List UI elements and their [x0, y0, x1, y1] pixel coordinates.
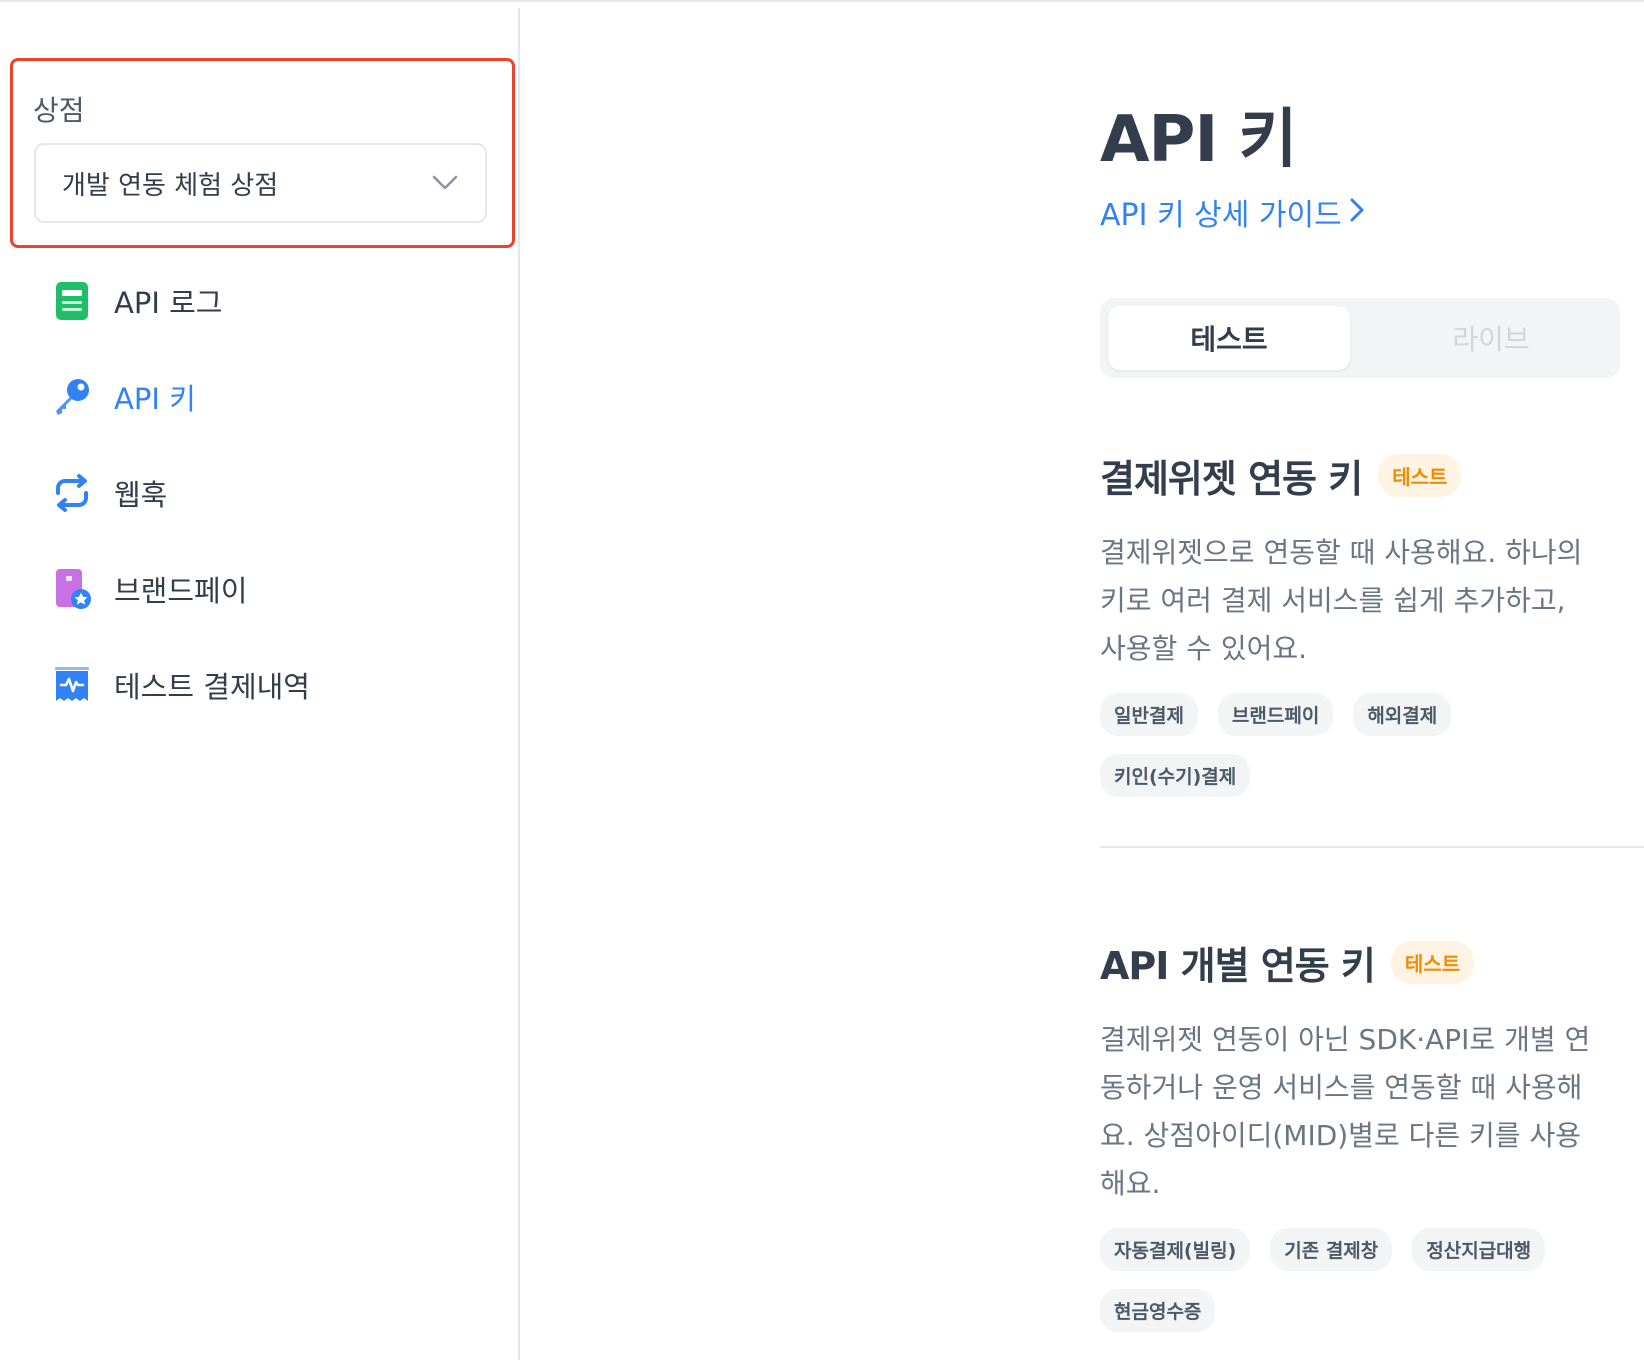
receipt-icon [50, 663, 94, 707]
sidebar-item-api-key[interactable]: API 키 [50, 349, 310, 445]
chip: 브랜드페이 [1217, 693, 1334, 736]
sidebar-item-label: API 키 [114, 382, 196, 416]
chip-list: 일반결제 브랜드페이 해외결제 키인(수기)결제 [1100, 693, 1620, 815]
tab-live[interactable]: 라이브 [1370, 306, 1612, 370]
status-badge: 테스트 [1378, 454, 1462, 497]
sidebar-item-label: 브랜드페이 [114, 574, 248, 608]
key-icon [50, 375, 94, 419]
chevron-right-icon [1350, 195, 1364, 230]
tab-test[interactable]: 테스트 [1108, 306, 1350, 370]
chevron-down-icon [431, 169, 459, 197]
chip: 일반결제 [1100, 693, 1198, 736]
document-icon [50, 279, 94, 323]
sidebar-item-label: 웹훅 [114, 478, 168, 512]
sidebar-item-brandpay[interactable]: 브랜드페이 [50, 541, 310, 637]
store-selector-section: 상점 개발 연동 체험 상점 [10, 58, 515, 248]
refresh-icon [50, 471, 94, 515]
chip-list: 자동결제(빌링) 기존 결제창 정산지급대행 현금영수증 [1100, 1228, 1620, 1350]
page-title: API 키 [1100, 103, 1297, 177]
store-label: 상점 [33, 94, 85, 127]
chip: 키인(수기)결제 [1100, 754, 1251, 797]
sidebar-nav: API 로그 API 키 웹훅 브랜드페이 테스트 결제내역 [50, 253, 310, 733]
guide-link[interactable]: API 키 상세 가이드 [1100, 190, 1364, 234]
store-select[interactable]: 개발 연동 체험 상점 [34, 143, 487, 223]
brandpay-icon [50, 567, 94, 611]
sidebar-item-label: 테스트 결제내역 [114, 670, 310, 704]
chip: 해외결제 [1353, 693, 1452, 736]
widget-key-section: 결제위젯 연동 키 테스트 결제위젯으로 연동할 때 사용해요. 하나의 키로 … [1100, 448, 1644, 815]
status-badge: 테스트 [1390, 941, 1475, 984]
section-divider [1100, 846, 1644, 848]
main-content: API 키 API 키 상세 가이드 테스트 라이브 결제위젯 연동 키 테스트… [1100, 0, 1644, 1360]
section-description: 결제위젯으로 연동할 때 사용해요. 하나의 키로 여러 결제 서비스를 쉽게 … [1100, 536, 1583, 665]
sidebar-item-webhook[interactable]: 웹훅 [50, 445, 310, 541]
chip: 자동결제(빌링) [1100, 1228, 1251, 1271]
chip: 현금영수증 [1100, 1289, 1216, 1332]
section-title: 결제위젯 연동 키 [1100, 457, 1363, 501]
chip: 정산지급대행 [1412, 1228, 1546, 1271]
sidebar: 상점 개발 연동 체험 상점 API 로그 API 키 웹훅 브랜드페이 테스트… [0, 8, 520, 1360]
sidebar-item-test-payments[interactable]: 테스트 결제내역 [50, 637, 310, 733]
sidebar-item-label: API 로그 [114, 286, 223, 320]
section-title: API 개별 연동 키 [1100, 944, 1376, 988]
section-description: 결제위젯 연동이 아닌 SDK·API로 개별 연동하거나 운영 서비스를 연동… [1100, 1023, 1591, 1200]
store-select-value: 개발 연동 체험 상점 [62, 170, 279, 201]
sidebar-item-api-log[interactable]: API 로그 [50, 253, 310, 349]
api-key-section: API 개별 연동 키 테스트 결제위젯 연동이 아닌 SDK·API로 개별 … [1100, 935, 1644, 1350]
chip: 기존 결제창 [1270, 1228, 1393, 1271]
env-tabs: 테스트 라이브 [1100, 298, 1620, 378]
guide-link-label: API 키 상세 가이드 [1100, 198, 1342, 233]
